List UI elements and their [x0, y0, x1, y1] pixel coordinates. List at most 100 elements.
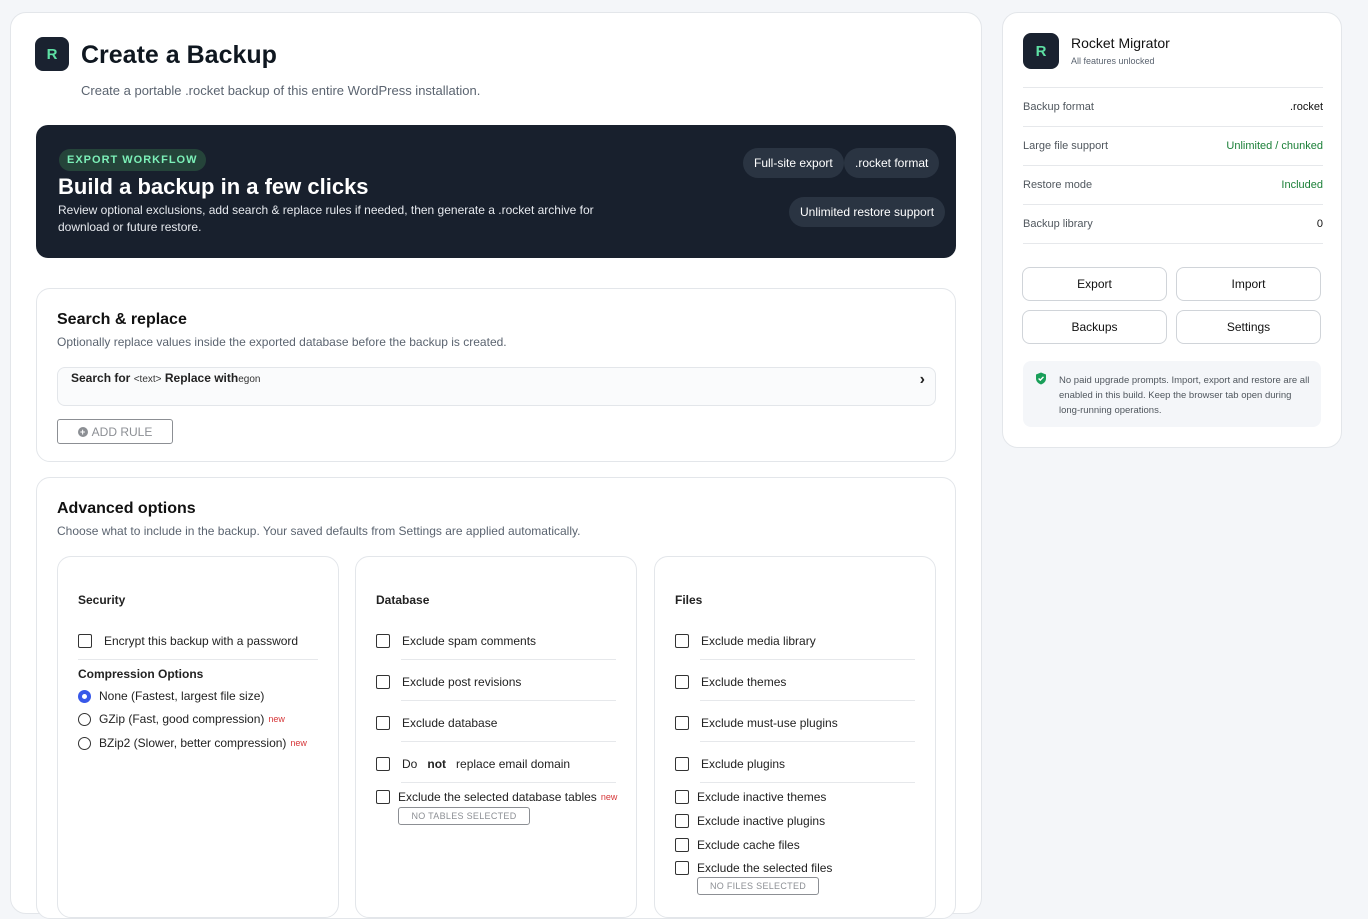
exclude-tables-option[interactable]: Exclude the selected database tables new — [376, 790, 617, 804]
encrypt-label: Encrypt this backup with a password — [104, 634, 299, 648]
search-replace-section: Search & replace Optionally replace valu… — [36, 288, 956, 462]
divider — [401, 782, 616, 783]
exclude-themes-option[interactable]: Exclude themes — [675, 675, 786, 689]
stat-key: Restore mode — [1023, 179, 1093, 191]
page-subtitle: Create a portable .rocket backup of this… — [81, 83, 481, 98]
search-input[interactable]: <text> — [134, 374, 162, 385]
exclude-mu-plugins-checkbox[interactable] — [675, 716, 689, 730]
new-badge: new — [290, 738, 307, 748]
select-files-button[interactable]: NO FILES SELECTED — [697, 877, 819, 895]
exclude-selected-files-checkbox[interactable] — [675, 861, 689, 875]
no-email-replace-bold: not — [427, 757, 447, 771]
stat-value: .rocket — [1289, 101, 1323, 113]
hero-banner: EXPORT WORKFLOW Build a backup in a few … — [36, 125, 956, 258]
security-column: Security Encrypt this backup with a pass… — [57, 556, 339, 918]
app-logo: R — [35, 37, 69, 71]
sidebar-card: R Rocket Migrator All features unlocked … — [1002, 12, 1342, 448]
advanced-options-title: Advanced options — [57, 500, 196, 517]
exclude-revisions-option[interactable]: Exclude post revisions — [376, 675, 521, 689]
exclude-cache-option[interactable]: Exclude cache files — [675, 838, 800, 852]
compression-none-label: None (Fastest, largest file size) — [99, 689, 265, 703]
exclude-inactive-plugins-option[interactable]: Exclude inactive plugins — [675, 814, 825, 828]
divider — [700, 659, 915, 660]
exclude-spam-checkbox[interactable] — [376, 634, 390, 648]
compression-gzip-option[interactable]: GZip (Fast, good compression) new — [78, 712, 285, 726]
advanced-options-section: Advanced options Choose what to include … — [36, 477, 956, 919]
backups-button[interactable]: Backups — [1022, 310, 1167, 344]
exclude-revisions-checkbox[interactable] — [376, 675, 390, 689]
replace-input[interactable]: egon — [238, 374, 260, 385]
stat-key: Large file support — [1023, 140, 1108, 152]
exclude-media-checkbox[interactable] — [675, 634, 689, 648]
exclude-spam-option[interactable]: Exclude spam comments — [376, 634, 536, 648]
no-email-replace-pre: Do — [402, 757, 418, 771]
search-replace-title: Search & replace — [57, 311, 187, 328]
exclude-media-option[interactable]: Exclude media library — [675, 634, 816, 648]
compression-bzip2-radio[interactable] — [78, 736, 91, 750]
import-button[interactable]: Import — [1176, 267, 1321, 301]
stat-key: Backup format — [1023, 101, 1094, 113]
exclude-mu-plugins-option[interactable]: Exclude must-use plugins — [675, 716, 838, 730]
add-rule-label: ADD RULE — [91, 424, 153, 439]
chip-full-site-export: Full-site export — [743, 148, 844, 178]
page-title: Create a Backup — [81, 41, 277, 69]
app-tagline: All features unlocked — [1071, 56, 1155, 66]
stat-large-file-support: Large file support Unlimited / chunked — [1023, 126, 1323, 165]
exclude-database-checkbox[interactable] — [376, 716, 390, 730]
divider — [700, 782, 915, 783]
advanced-options-description: Choose what to include in the backup. Yo… — [57, 524, 581, 538]
stat-backup-format: Backup format .rocket — [1023, 87, 1323, 126]
exclude-inactive-plugins-label: Exclude inactive plugins — [697, 814, 826, 828]
exclude-inactive-themes-option[interactable]: Exclude inactive themes — [675, 790, 826, 804]
divider — [401, 700, 616, 701]
no-email-replace-label: Do not replace email domain — [402, 757, 570, 771]
stat-value: 0 — [1316, 218, 1323, 230]
exclude-selected-files-label: Exclude the selected files — [697, 861, 833, 875]
new-badge: new — [600, 792, 618, 802]
exclude-plugins-checkbox[interactable] — [675, 757, 689, 771]
compression-none-option[interactable]: None (Fastest, largest file size) — [78, 689, 264, 703]
select-tables-button[interactable]: NO TABLES SELECTED — [398, 807, 530, 825]
exclude-inactive-plugins-checkbox[interactable] — [675, 814, 689, 828]
exclude-cache-checkbox[interactable] — [675, 838, 689, 852]
no-email-replace-checkbox[interactable] — [376, 757, 390, 771]
export-button[interactable]: Export — [1022, 267, 1167, 301]
compression-none-radio[interactable] — [78, 689, 91, 703]
exclude-selected-files-option[interactable]: Exclude the selected files — [675, 861, 832, 875]
exclude-database-option[interactable]: Exclude database — [376, 716, 497, 730]
add-rule-button[interactable]: + ADD RULE — [57, 419, 173, 444]
plus-circle-icon: + — [77, 426, 88, 437]
security-title: Security — [78, 593, 126, 607]
notice-text: No paid upgrade prompts. Import, export … — [1059, 375, 1310, 416]
divider — [700, 741, 915, 742]
exclude-inactive-themes-label: Exclude inactive themes — [697, 790, 827, 804]
compression-gzip-radio[interactable] — [78, 712, 91, 726]
exclude-plugins-option[interactable]: Exclude plugins — [675, 757, 785, 771]
files-column: Files Exclude media library Exclude them… — [654, 556, 936, 918]
exclude-tables-checkbox[interactable] — [376, 790, 390, 804]
search-replace-description: Optionally replace values inside the exp… — [57, 335, 507, 349]
encrypt-option[interactable]: Encrypt this backup with a password — [78, 634, 298, 648]
exclude-inactive-themes-checkbox[interactable] — [675, 790, 689, 804]
app-name: Rocket Migrator — [1071, 35, 1170, 51]
encrypt-checkbox[interactable] — [78, 634, 92, 648]
exclude-media-label: Exclude media library — [701, 634, 816, 648]
no-email-replace-post: replace email domain — [456, 757, 571, 771]
replace-rule-row[interactable]: Search for <text> Replace withegon › — [57, 367, 936, 406]
chevron-right-icon[interactable]: › — [920, 371, 925, 389]
exclude-revisions-label: Exclude post revisions — [402, 675, 522, 689]
chip-unlimited-restore: Unlimited restore support — [789, 197, 946, 227]
new-badge: new — [268, 714, 285, 724]
compression-bzip2-option[interactable]: BZip2 (Slower, better compression) new — [78, 736, 307, 750]
notice-box: No paid upgrade prompts. Import, export … — [1023, 361, 1321, 427]
stat-value: Unlimited / chunked — [1226, 140, 1323, 152]
compression-bzip2-label: BZip2 (Slower, better compression) — [99, 736, 287, 750]
search-label: Search for — [71, 371, 131, 385]
shield-check-icon — [1035, 372, 1047, 390]
sidebar-logo: R — [1023, 33, 1059, 69]
exclude-mu-plugins-label: Exclude must-use plugins — [701, 716, 838, 730]
compression-title: Compression Options — [78, 667, 204, 681]
settings-button[interactable]: Settings — [1176, 310, 1321, 344]
no-email-replace-option[interactable]: Do not replace email domain — [376, 757, 570, 771]
exclude-themes-checkbox[interactable] — [675, 675, 689, 689]
